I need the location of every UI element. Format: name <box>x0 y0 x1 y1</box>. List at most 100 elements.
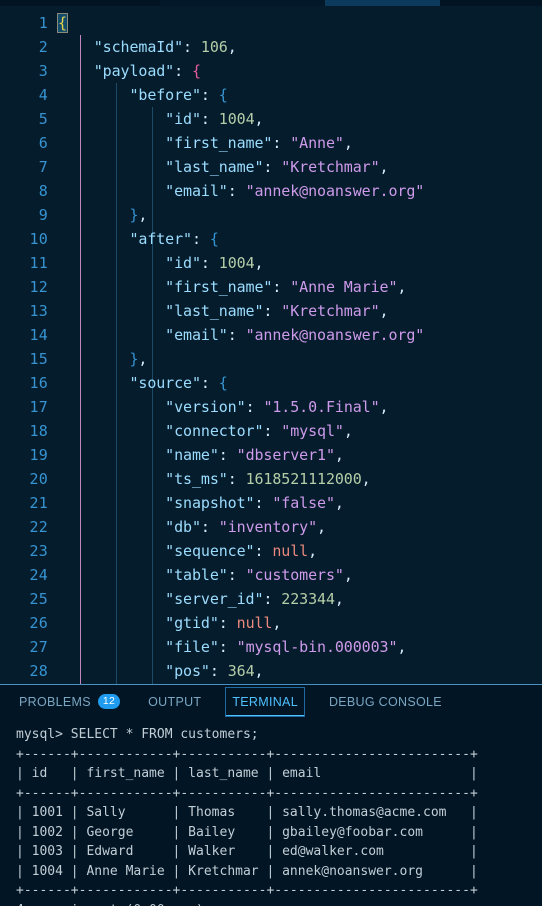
panel-tab-bar[interactable]: PROBLEMS 12 OUTPUT TERMINAL DEBUG CONSOLE <box>0 685 542 719</box>
tab-terminal[interactable]: TERMINAL <box>225 687 305 717</box>
code-line-content[interactable]: "after": { <box>58 227 542 251</box>
code-line[interactable]: 19 "name": "dbserver1", <box>0 443 542 467</box>
code-token: , <box>254 254 264 272</box>
code-line[interactable]: 10 "after": { <box>0 227 542 251</box>
line-number: 26 <box>29 614 48 632</box>
code-token: : <box>263 158 282 176</box>
code-line-content[interactable]: "sequence": null, <box>58 539 542 563</box>
code-token: "inventory" <box>218 518 318 536</box>
code-line-content[interactable]: "before": { <box>58 83 542 107</box>
code-line-content[interactable]: { <box>57 11 542 35</box>
code-line-content[interactable]: "last_name": "Kretchmar", <box>58 155 542 179</box>
code-line-content[interactable]: "name": "dbserver1", <box>58 443 542 467</box>
code-line-content[interactable]: "pos": 364, <box>58 659 542 683</box>
code-line-content[interactable]: }, <box>58 203 542 227</box>
code-token: "false" <box>272 494 335 512</box>
code-line-content[interactable]: "schemaId": 106, <box>58 35 542 59</box>
code-token: "ts_ms" <box>165 470 228 488</box>
code-line-content[interactable]: }, <box>58 347 542 371</box>
code-line-content[interactable]: "payload": { <box>58 59 542 83</box>
code-token: "last_name" <box>165 158 264 176</box>
line-number: 15 <box>29 350 48 368</box>
code-token: 1004 <box>218 254 255 272</box>
code-line-content[interactable]: "id": 1004, <box>58 251 542 275</box>
vscode-window: 1{2 "schemaId": 106, 3 "payload": {4 "bef… <box>0 0 542 906</box>
code-line-content[interactable]: "first_name": "Anne", <box>58 131 542 155</box>
code-line[interactable]: 5 "id": 1004, <box>0 107 542 131</box>
code-line-content[interactable]: "ts_ms": 1618521112000, <box>58 467 542 491</box>
code-token: : <box>191 230 210 248</box>
code-line[interactable]: 28 "pos": 364, <box>0 659 542 683</box>
code-line[interactable]: 27 "file": "mysql-bin.000003", <box>0 635 542 659</box>
code-line[interactable]: 13 "last_name": "Kretchmar", <box>0 299 542 323</box>
code-line-content[interactable]: "snapshot": "false", <box>58 491 542 515</box>
code-line[interactable]: 6 "first_name": "Anne", <box>0 131 542 155</box>
code-line-content[interactable]: "id": 1004, <box>58 107 542 131</box>
code-line[interactable]: 21 "snapshot": "false", <box>0 491 542 515</box>
code-line-content[interactable]: "last_name": "Kretchmar", <box>58 299 542 323</box>
code-line-content[interactable]: "server_id": 223344, <box>58 587 542 611</box>
code-line[interactable]: 23 "sequence": null, <box>0 539 542 563</box>
code-line[interactable]: 1{ <box>0 11 542 35</box>
code-line-content[interactable]: "gtid": null, <box>58 611 542 635</box>
code-line-content[interactable]: "db": "inventory", <box>58 515 542 539</box>
tab-problems[interactable]: PROBLEMS 12 <box>16 688 123 716</box>
code-line[interactable]: 12 "first_name": "Anne Marie", <box>0 275 542 299</box>
tab-output[interactable]: OUTPUT <box>145 688 204 716</box>
code-line[interactable]: 11 "id": 1004, <box>0 251 542 275</box>
code-token: , <box>272 614 282 632</box>
code-token: "Kretchmar" <box>281 302 380 320</box>
code-token: "Anne Marie" <box>290 278 398 296</box>
line-number: 19 <box>29 446 48 464</box>
code-editor[interactable]: 1{2 "schemaId": 106, 3 "payload": {4 "bef… <box>0 6 542 684</box>
code-token: null <box>272 542 309 560</box>
line-number: 23 <box>29 542 48 560</box>
code-token: 1618521112000 <box>245 470 362 488</box>
code-line-content[interactable]: "first_name": "Anne Marie", <box>58 275 542 299</box>
code-token: "snapshot" <box>165 494 255 512</box>
code-token: "first_name" <box>165 278 273 296</box>
code-line[interactable]: 25 "server_id": 223344, <box>0 587 542 611</box>
code-line[interactable]: 15 }, <box>0 347 542 371</box>
tab-debug-console[interactable]: DEBUG CONSOLE <box>326 688 445 716</box>
code-token: "pos" <box>165 662 210 680</box>
code-line[interactable]: 24 "table": "customers", <box>0 563 542 587</box>
terminal-output[interactable]: mysql> SELECT * FROM customers; +------+-… <box>0 719 542 906</box>
code-line-content[interactable]: "email": "annek@noanswer.org" <box>58 179 542 203</box>
code-token: : <box>174 62 192 80</box>
code-line[interactable]: 4 "before": { <box>0 83 542 107</box>
code-line-content[interactable]: "connector": "mysql", <box>58 419 542 443</box>
code-line-content[interactable]: "email": "annek@noanswer.org" <box>58 323 542 347</box>
code-line[interactable]: 14 "email": "annek@noanswer.org" <box>0 323 542 347</box>
code-line[interactable]: 3 "payload": { <box>0 59 542 83</box>
code-line[interactable]: 2 "schemaId": 106, <box>0 35 542 59</box>
code-line[interactable]: 22 "db": "inventory", <box>0 515 542 539</box>
code-line-content[interactable]: "source": { <box>58 371 542 395</box>
code-line[interactable]: 9 }, <box>0 203 542 227</box>
code-line[interactable]: 26 "gtid": null, <box>0 611 542 635</box>
code-line[interactable]: 20 "ts_ms": 1618521112000, <box>0 467 542 491</box>
code-line[interactable]: 7 "last_name": "Kretchmar", <box>0 155 542 179</box>
code-line[interactable]: 8 "email": "annek@noanswer.org" <box>0 179 542 203</box>
code-line[interactable]: 18 "connector": "mysql", <box>0 419 542 443</box>
terminal-line: | 1002 | George | Bailey | gbailey@fooba… <box>16 824 478 840</box>
code-token: , <box>361 470 371 488</box>
code-line-content[interactable]: "table": "customers", <box>58 563 542 587</box>
code-line[interactable]: 17 "version": "1.5.0.Final", <box>0 395 542 419</box>
panel-tab-label: PROBLEMS <box>19 694 91 709</box>
code-token: "customers" <box>245 566 344 584</box>
code-line-content[interactable]: "file": "mysql-bin.000003", <box>58 635 542 659</box>
code-line[interactable]: 16 "source": { <box>0 371 542 395</box>
code-lines[interactable]: 1{2 "schemaId": 106, 3 "payload": {4 "bef… <box>0 6 542 683</box>
code-line-content[interactable]: "version": "1.5.0.Final", <box>58 395 542 419</box>
code-token: "payload" <box>93 62 175 80</box>
terminal-line: | 1003 | Edward | Walker | ed@walker.com… <box>16 844 478 859</box>
code-token: "name" <box>165 446 219 464</box>
code-token: "server_id" <box>165 590 264 608</box>
